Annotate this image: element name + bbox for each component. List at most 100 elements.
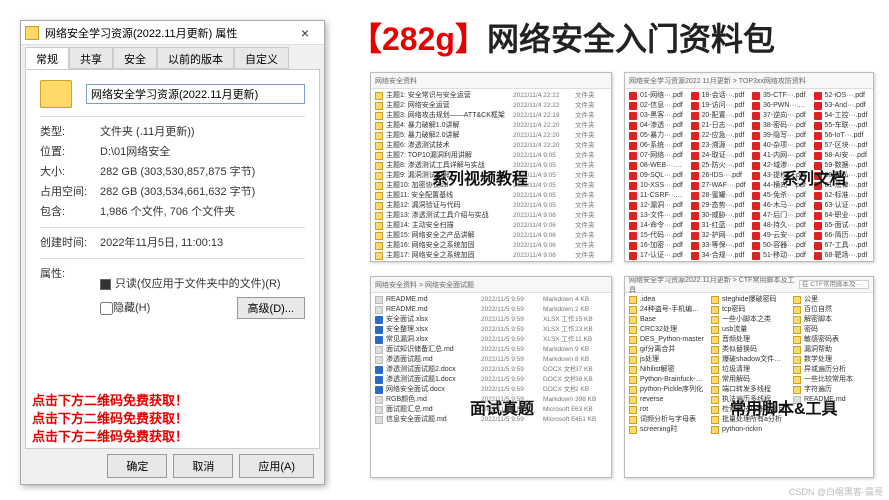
folder-name-input[interactable] <box>86 84 305 104</box>
list-item[interactable]: js处理 <box>629 355 705 365</box>
list-item[interactable]: 百位自然 <box>793 305 869 315</box>
list-item[interactable]: 54-工控···.pdf <box>814 111 870 121</box>
list-item[interactable]: 08-WEB···.pdf <box>629 161 685 171</box>
list-item[interactable]: 主题2: 网络安全运营2022/11/4 22:22文件夹 <box>375 101 607 111</box>
list-item[interactable]: 22-应急···.pdf <box>691 131 747 141</box>
list-item[interactable]: gif分离合并 <box>629 345 705 355</box>
list-item[interactable]: 常见漏洞.xlsx2022/11/5 9:59XLSX 工作表11 KB <box>375 335 607 345</box>
list-item[interactable]: 48-持久···.pdf <box>752 221 808 231</box>
breadcrumb[interactable]: 网络安全学习资源2022 11月更新 > TOP3xx网络攻防资料 <box>625 73 873 89</box>
list-item[interactable]: 渗透面试题.md2022/11/5 9:59Markdown file8 KB <box>375 355 607 365</box>
list-item[interactable]: 52-iOS···.pdf <box>814 91 870 101</box>
list-item[interactable]: 17-认证···.pdf <box>629 251 685 261</box>
breadcrumb[interactable]: 网络安全资料 <box>371 73 611 89</box>
list-item[interactable]: 09-SQL···.pdf <box>629 171 685 181</box>
list-item[interactable]: 主题1: 安全常识与安全运营2022/11/4 22:22文件夹 <box>375 91 607 101</box>
list-item[interactable]: 23-溯源···.pdf <box>691 141 747 151</box>
list-item[interactable]: 24种盗号-手机编码表 <box>629 305 705 315</box>
list-item[interactable]: 一些小脚本之类 <box>711 315 787 325</box>
list-item[interactable]: 53-And···.pdf <box>814 101 870 111</box>
list-item[interactable]: 21-日志···.pdf <box>691 121 747 131</box>
list-item[interactable]: rot <box>629 405 705 415</box>
list-item[interactable]: CRC32处理 <box>629 325 705 335</box>
list-item[interactable]: reverse <box>629 395 705 405</box>
list-item[interactable]: 13-文件···.pdf <box>629 211 685 221</box>
list-item[interactable]: 45-免杀···.pdf <box>752 191 808 201</box>
list-item[interactable]: 主题3: 网络攻击规划——ATT&CK框架2022/11/4 22:19文件夹 <box>375 111 607 121</box>
list-item[interactable]: 垃圾清理 <box>711 365 787 375</box>
list-item[interactable]: 02-信息···.pdf <box>629 101 685 111</box>
list-item[interactable]: 24-取证···.pdf <box>691 151 747 161</box>
list-item[interactable]: 38-密码···.pdf <box>752 121 808 131</box>
list-item[interactable]: 64-职业···.pdf <box>814 211 870 221</box>
tab-sharing[interactable]: 共享 <box>69 47 113 69</box>
list-item[interactable]: Base <box>629 315 705 325</box>
titlebar[interactable]: 网络安全学习资源(2022.11月更新) 属性 × <box>21 21 324 45</box>
hidden-checkbox[interactable] <box>100 302 113 315</box>
list-item[interactable]: 爆破shadow文件哈希HID <box>711 355 787 365</box>
tab-security[interactable]: 安全 <box>113 47 157 69</box>
list-item[interactable]: 33-等保···.pdf <box>691 241 747 251</box>
list-item[interactable]: DES_Python-master <box>629 335 705 345</box>
list-item[interactable]: 68-靶场···.pdf <box>814 251 870 261</box>
list-item[interactable]: 47-后门···.pdf <box>752 211 808 221</box>
close-icon[interactable]: × <box>290 25 320 41</box>
list-item[interactable]: 常用解码 <box>711 375 787 385</box>
ok-button[interactable]: 确定 <box>107 454 167 478</box>
list-item[interactable]: 一些比较常用本 <box>793 375 869 385</box>
list-item[interactable]: 36-PWN···.pdf <box>752 101 808 111</box>
list-item[interactable]: 01-网络···.pdf <box>629 91 685 101</box>
list-item[interactable]: 数学处理 <box>793 355 869 365</box>
list-item[interactable]: 安全面试.xlsx2022/11/5 9:59XLSX 工作表15 KB <box>375 315 607 325</box>
list-item[interactable]: 41-内网···.pdf <box>752 151 808 161</box>
list-item[interactable]: 主题14: 主动安全扫描2022/11/4 9:06文件夹 <box>375 221 607 231</box>
list-item[interactable]: 公里 <box>793 295 869 305</box>
list-item[interactable]: 30-威胁···.pdf <box>691 211 747 221</box>
list-item[interactable]: 51-移动···.pdf <box>752 251 808 261</box>
list-item[interactable]: 音频处理 <box>711 335 787 345</box>
list-item[interactable]: 端口转发多线程 <box>711 385 787 395</box>
list-item[interactable]: 敏感密码表 <box>793 335 869 345</box>
breadcrumb[interactable]: 网络安全学习资源2022.11月更新 > CTF常用脚本及工具 <box>625 277 873 293</box>
list-item[interactable]: 50-容器···.pdf <box>752 241 808 251</box>
list-item[interactable]: 26-IDS···.pdf <box>691 171 747 181</box>
advanced-button[interactable]: 高级(D)... <box>237 297 305 319</box>
list-item[interactable]: 04-渗透···.pdf <box>629 121 685 131</box>
list-item[interactable]: 18-会话···.pdf <box>691 91 747 101</box>
list-item[interactable]: 56-IoT···.pdf <box>814 131 870 141</box>
list-item[interactable]: usb流量 <box>711 325 787 335</box>
list-item[interactable]: 解密脚本 <box>793 315 869 325</box>
list-item[interactable]: 渗透测试面试题1.docx2022/11/5 9:59DOCX 文档38 KB <box>375 375 607 385</box>
list-item[interactable]: 40-杂项···.pdf <box>752 141 808 151</box>
list-item[interactable]: 漏洞帮助 <box>793 345 869 355</box>
tab-custom[interactable]: 自定义 <box>234 47 289 69</box>
list-item[interactable]: 主题4: 暴力破解1.0讲解2022/11/4 22:20文件夹 <box>375 121 607 131</box>
list-item[interactable]: 类似替换码 <box>711 345 787 355</box>
list-item[interactable]: 58-AI安···.pdf <box>814 151 870 161</box>
list-item[interactable]: 主题16: 网络安全之系统加固2022/11/4 9:06文件夹 <box>375 241 607 251</box>
list-item[interactable]: 62-标准···.pdf <box>814 191 870 201</box>
list-item[interactable]: 主题17: 网络安全之系统加固2022/11/4 9:06文件夹 <box>375 251 607 261</box>
list-item[interactable]: tcp密码 <box>711 305 787 315</box>
list-item[interactable]: 主题11: 安全配置基线2022/11/4 9:05文件夹 <box>375 191 607 201</box>
list-item[interactable]: 字符遍历 <box>793 385 869 395</box>
list-item[interactable]: 37-逆向···.pdf <box>752 111 808 121</box>
list-item[interactable]: 25-防火···.pdf <box>691 161 747 171</box>
list-item[interactable]: 39-隐写···.pdf <box>752 131 808 141</box>
list-item[interactable]: 12-漏洞···.pdf <box>629 201 685 211</box>
list-item[interactable]: 67-工具···.pdf <box>814 241 870 251</box>
list-item[interactable]: 主题7: TOP10漏洞利用讲解2022/11/4 9:05文件夹 <box>375 151 607 161</box>
list-item[interactable]: 07-网络···.pdf <box>629 151 685 161</box>
list-item[interactable]: 55-车联···.pdf <box>814 121 870 131</box>
list-item[interactable]: 主题12: 漏洞验证与代码2022/11/4 9:05文件夹 <box>375 201 607 211</box>
cancel-button[interactable]: 取消 <box>173 454 233 478</box>
list-item[interactable]: 词频分析与字母表 <box>629 415 705 425</box>
list-item[interactable]: 11-CSRF··.pdf <box>629 191 685 201</box>
list-item[interactable]: 异或遍历分析 <box>793 365 869 375</box>
list-item[interactable]: 15-代码···.pdf <box>629 231 685 241</box>
list-item[interactable]: 20-配置···.pdf <box>691 111 747 121</box>
search-input[interactable] <box>799 280 869 289</box>
list-item[interactable]: 渗透测试面试题2.docx2022/11/5 9:59DOCX 文档37 KB <box>375 365 607 375</box>
list-item[interactable]: README.md2022/11/5 9:59Markdown file2 KB <box>375 305 607 315</box>
list-item[interactable]: .idea <box>629 295 705 305</box>
